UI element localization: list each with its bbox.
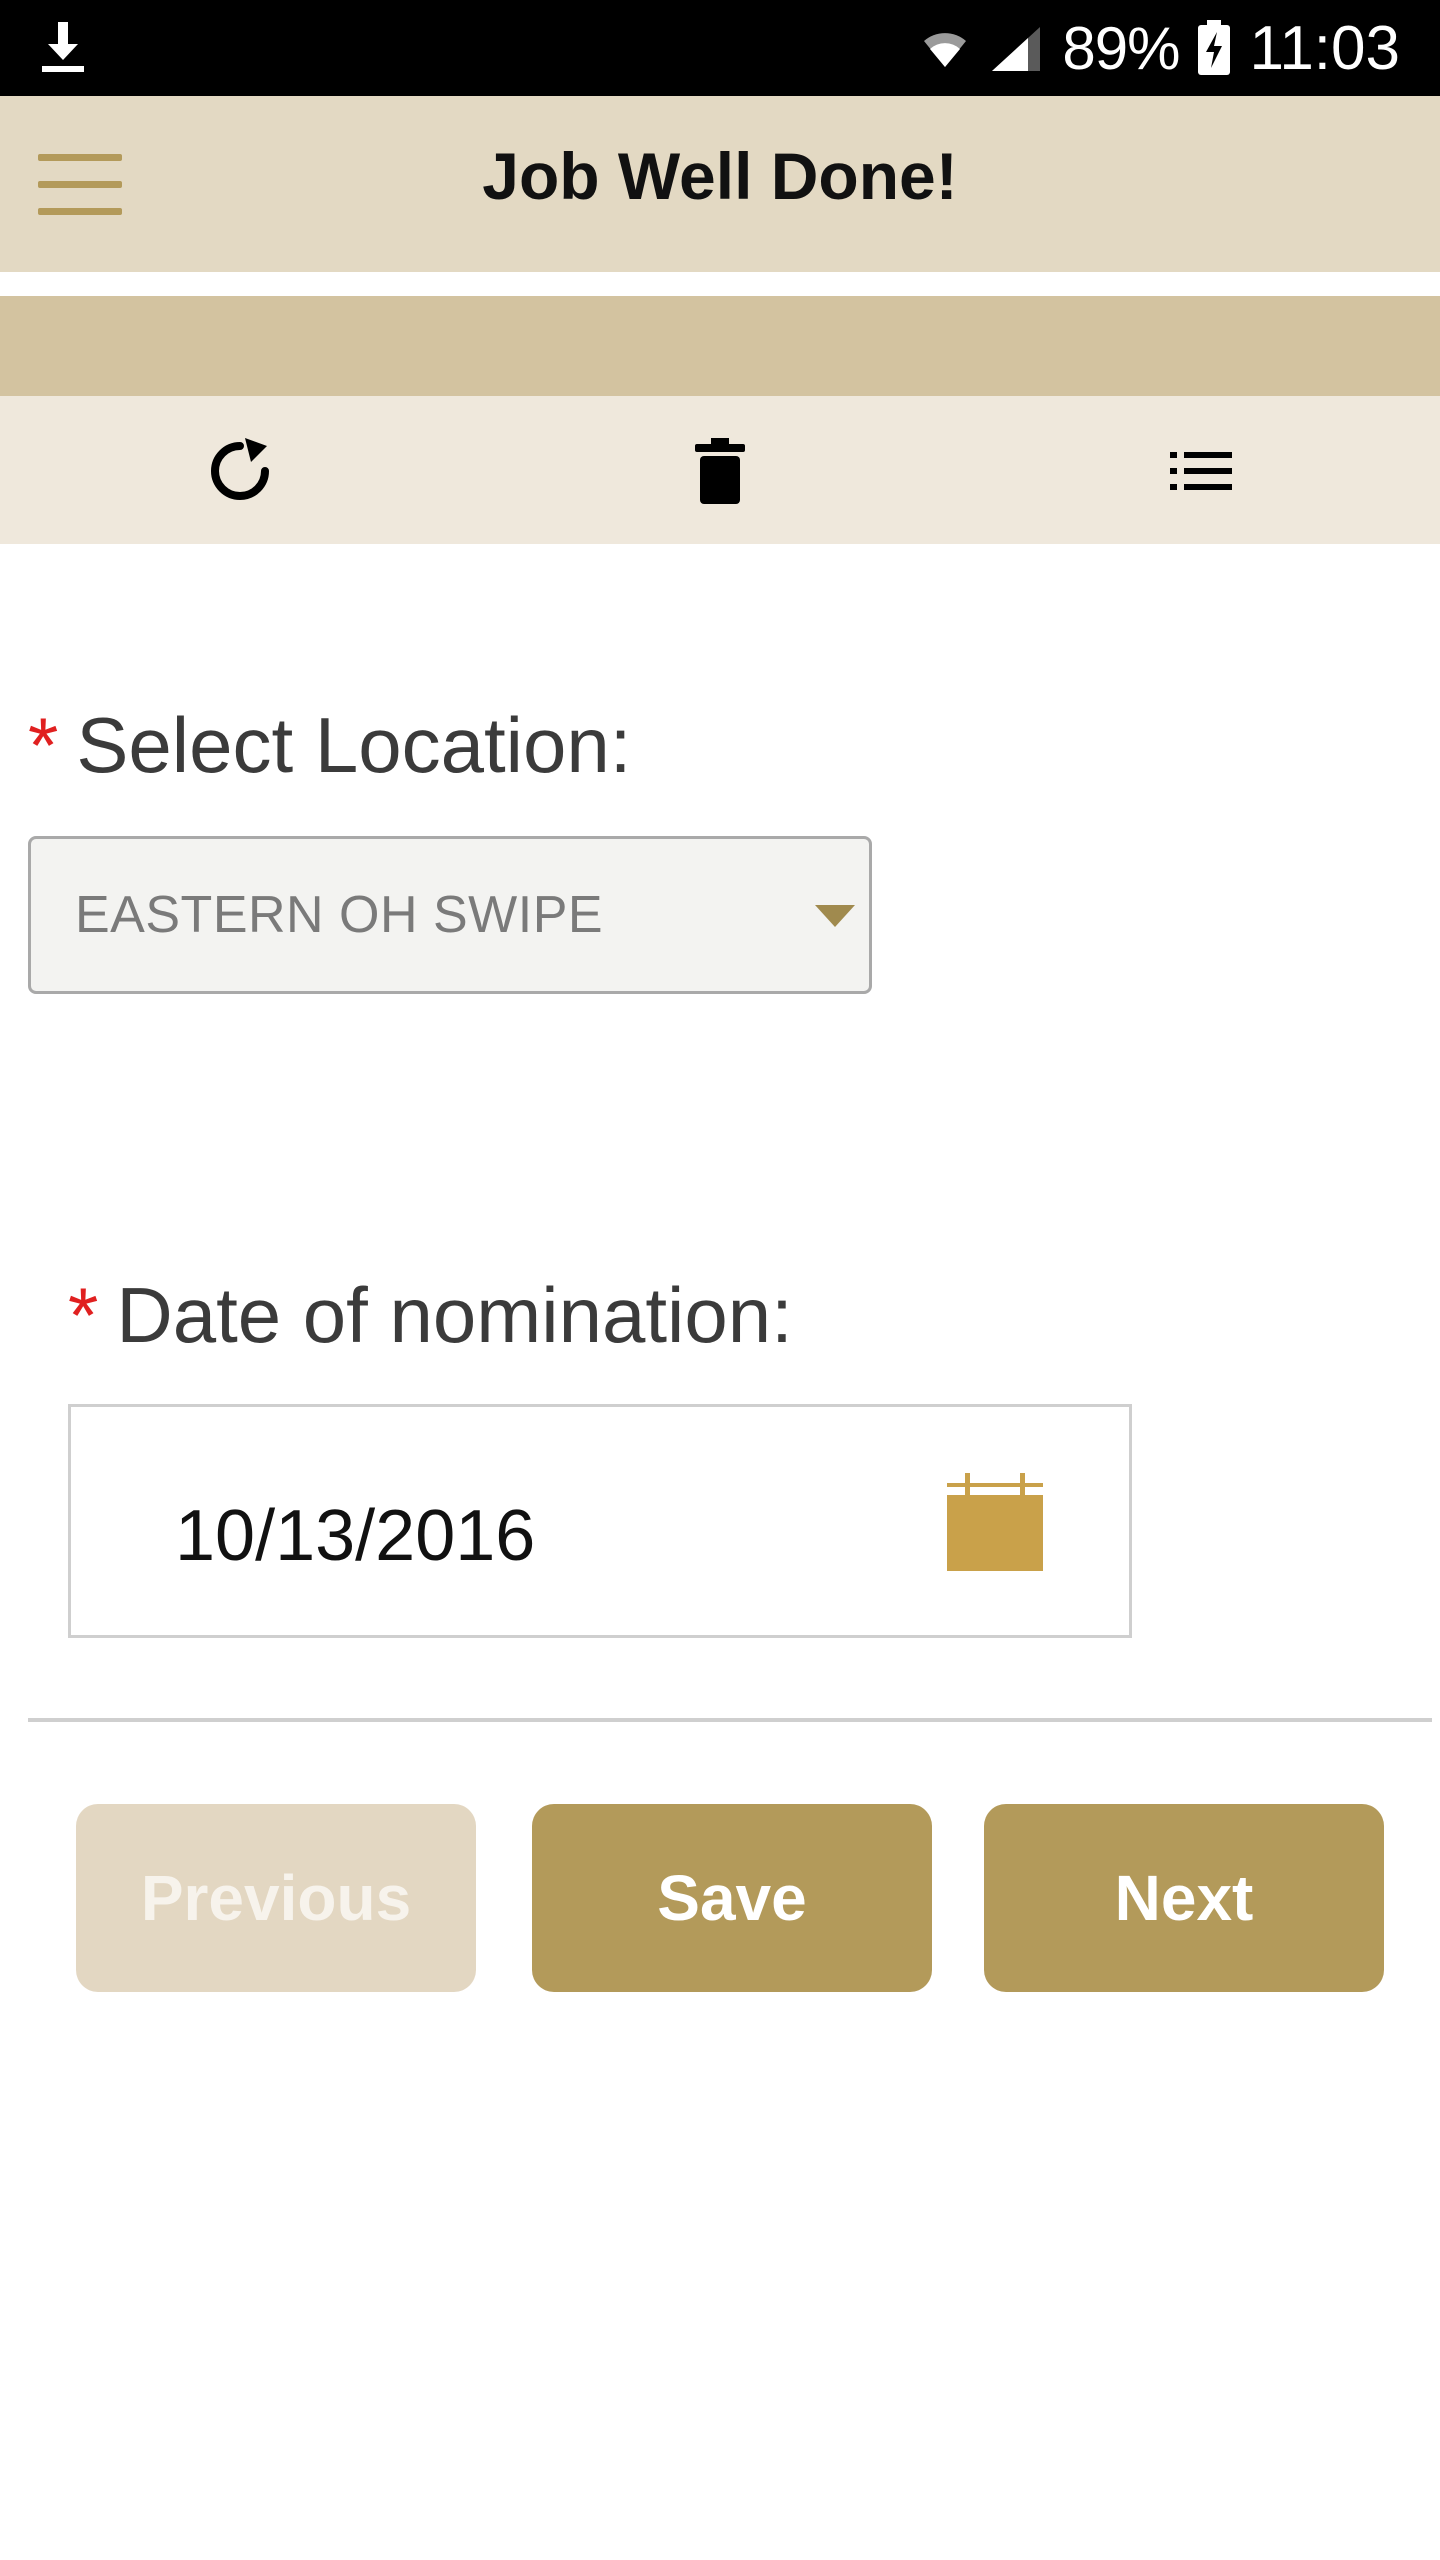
required-marker: * (28, 701, 59, 789)
date-label-text: Date of nomination: (116, 1271, 793, 1359)
app-bar: Job Well Done! (0, 96, 1440, 272)
battery-percent: 89% (1062, 14, 1180, 82)
location-select[interactable]: EASTERN OH SWIPE (28, 836, 872, 994)
next-button[interactable]: Next (984, 1804, 1384, 1992)
required-marker: * (68, 1271, 99, 1359)
date-label: * Date of nomination: (68, 1270, 793, 1361)
list-icon[interactable] (1166, 436, 1236, 506)
header-band (0, 296, 1440, 396)
wifi-icon (924, 33, 967, 67)
refresh-icon[interactable] (205, 436, 275, 506)
date-field[interactable]: 10/13/2016 (68, 1404, 1132, 1638)
divider (28, 1718, 1432, 1722)
status-bar: 89% 11:03 (0, 0, 1440, 96)
save-button[interactable]: Save (532, 1804, 932, 1992)
location-select-value: EASTERN OH SWIPE (75, 886, 604, 944)
previous-button[interactable]: Previous (76, 1804, 476, 1992)
location-label-text: Select Location: (76, 701, 632, 789)
signal-icon (992, 27, 1041, 71)
trash-icon[interactable] (685, 436, 755, 506)
battery-charging-icon (1198, 20, 1231, 75)
page-title: Job Well Done! (482, 139, 958, 213)
action-toolbar (0, 396, 1440, 544)
status-icons: 89% 11:03 (920, 0, 1400, 96)
location-label: * Select Location: (28, 700, 631, 791)
download-icon (42, 22, 84, 72)
clock: 11:03 (1249, 13, 1400, 83)
date-value: 10/13/2016 (175, 1496, 536, 1576)
calendar-icon[interactable] (945, 1473, 1045, 1573)
chevron-down-icon (815, 905, 855, 927)
